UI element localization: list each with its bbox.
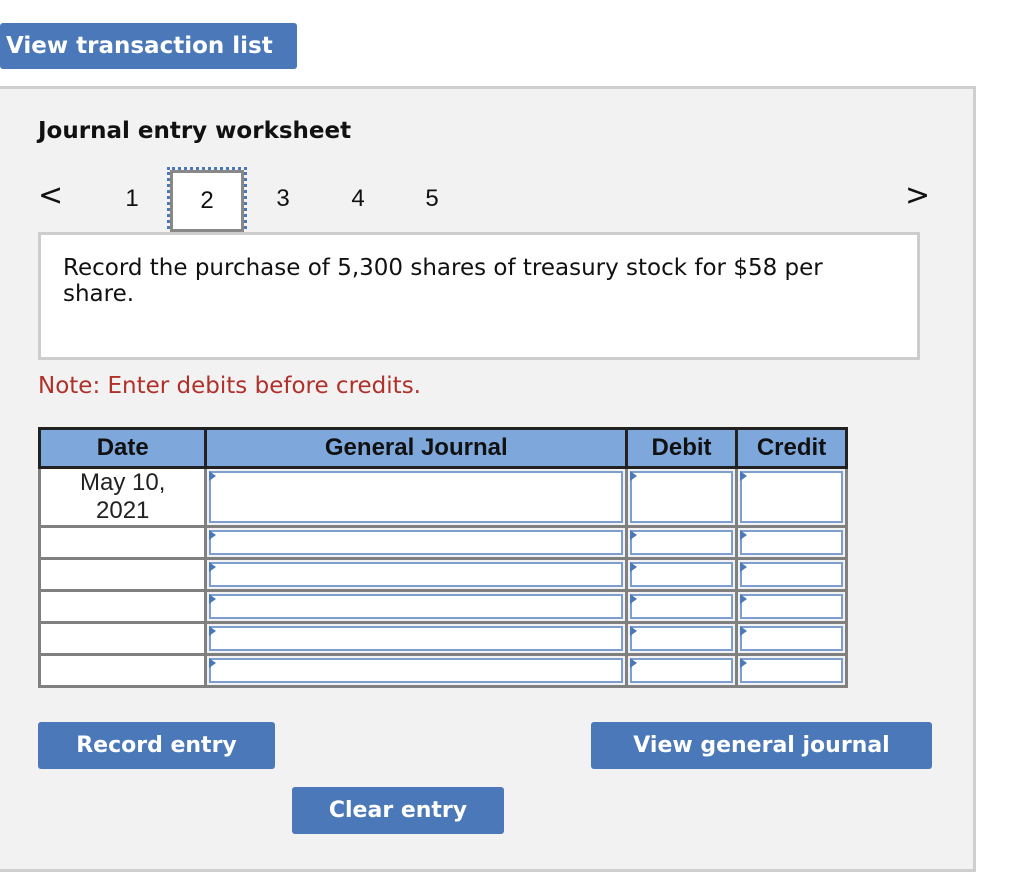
step-tab-3[interactable]: 3 xyxy=(263,185,303,213)
view-transaction-list-button[interactable]: View transaction list xyxy=(0,23,297,69)
credit-input[interactable] xyxy=(740,594,843,619)
debit-input[interactable] xyxy=(630,530,734,555)
table-row: May 10, 2021 xyxy=(37,466,848,528)
entry-note: Note: Enter debits before credits. xyxy=(38,373,421,399)
account-cell xyxy=(204,525,629,560)
table-row xyxy=(37,589,848,624)
account-input[interactable] xyxy=(209,658,624,683)
credit-input[interactable] xyxy=(740,530,843,555)
credit-cell xyxy=(735,653,848,688)
credit-cell xyxy=(735,525,848,560)
credit-cell xyxy=(735,466,848,528)
debit-cell xyxy=(625,621,739,656)
debit-input[interactable] xyxy=(630,471,734,523)
account-cell xyxy=(204,557,629,592)
debit-input[interactable] xyxy=(630,626,734,651)
header-debit: Debit xyxy=(625,427,739,469)
record-entry-button[interactable]: Record entry xyxy=(38,722,275,769)
step-tab-2[interactable]: 2 xyxy=(167,167,247,235)
date-cell xyxy=(37,653,208,688)
date-cell xyxy=(37,621,208,656)
credit-cell xyxy=(735,589,848,624)
date-cell: May 10, 2021 xyxy=(37,466,208,528)
credit-input[interactable] xyxy=(740,658,843,683)
debit-input[interactable] xyxy=(630,658,734,683)
view-general-journal-button[interactable]: View general journal xyxy=(591,722,932,769)
step-tab-1[interactable]: 1 xyxy=(112,185,152,213)
transaction-description: Record the purchase of 5,300 shares of t… xyxy=(38,232,920,360)
header-date: Date xyxy=(37,427,208,469)
header-credit: Credit xyxy=(735,427,848,469)
date-cell xyxy=(37,557,208,592)
debit-cell xyxy=(625,557,739,592)
date-cell xyxy=(37,525,208,560)
table-row xyxy=(37,525,848,560)
account-input[interactable] xyxy=(209,530,624,555)
debit-cell xyxy=(625,653,739,688)
debit-cell xyxy=(625,589,739,624)
credit-cell xyxy=(735,621,848,656)
header-general-journal: General Journal xyxy=(204,427,629,469)
debit-input[interactable] xyxy=(630,594,734,619)
table-row xyxy=(37,557,848,592)
account-input[interactable] xyxy=(209,562,624,587)
credit-cell xyxy=(735,557,848,592)
debit-cell xyxy=(625,525,739,560)
worksheet-title: Journal entry worksheet xyxy=(38,118,352,144)
debit-input[interactable] xyxy=(630,562,734,587)
clear-entry-button[interactable]: Clear entry xyxy=(292,787,504,834)
next-arrow-icon[interactable]: > xyxy=(905,178,930,213)
account-cell xyxy=(204,466,629,528)
account-input[interactable] xyxy=(209,471,624,523)
account-cell xyxy=(204,589,629,624)
table-row xyxy=(37,653,848,688)
account-cell xyxy=(204,621,629,656)
debit-cell xyxy=(625,466,739,528)
prev-arrow-icon[interactable]: < xyxy=(38,178,63,213)
date-cell xyxy=(37,589,208,624)
credit-input[interactable] xyxy=(740,471,843,523)
step-tab-4[interactable]: 4 xyxy=(338,185,378,213)
table-row xyxy=(37,621,848,656)
credit-input[interactable] xyxy=(740,626,843,651)
journal-table: Date General Journal Debit Credit May 10… xyxy=(37,427,848,688)
account-input[interactable] xyxy=(209,626,624,651)
account-input[interactable] xyxy=(209,594,624,619)
step-tab-5[interactable]: 5 xyxy=(412,185,452,213)
credit-input[interactable] xyxy=(740,562,843,587)
account-cell xyxy=(204,653,629,688)
